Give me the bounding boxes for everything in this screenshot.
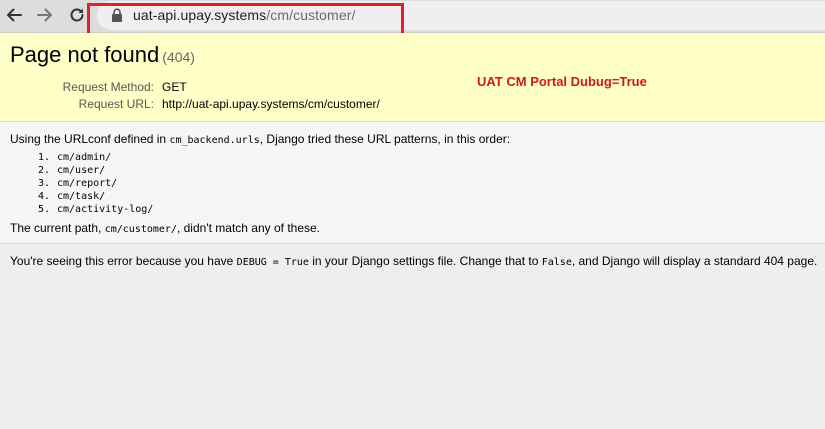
reload-button[interactable] [65, 3, 89, 27]
url-host: uat-api.upay.systems [133, 7, 267, 23]
page-title: Page not found (404) [10, 42, 195, 68]
url-pattern-item: 4. cm/task/ [38, 190, 153, 203]
request-url-value: http://uat-api.upay.systems/cm/customer/ [162, 97, 380, 111]
browser-toolbar: uat-api.upay.systems/cm/customer/ [0, 0, 825, 37]
explanation-middle: in your Django settings file. Change tha… [308, 254, 542, 268]
debug-annotation: UAT CM Portal Dubug=True [477, 74, 647, 89]
status-code: (404) [162, 49, 195, 65]
lock-icon[interactable] [111, 8, 123, 22]
pattern-number: 1. [38, 152, 51, 163]
debug-setting: DEBUG = True [236, 257, 309, 268]
url-pattern-item: 5. cm/activity-log/ [38, 203, 153, 216]
urlconf-intro: Using the URLconf defined in cm_backend.… [10, 132, 510, 148]
debug-explanation: You're seeing this error because you hav… [10, 254, 817, 270]
url-pattern: cm/report/ [57, 178, 118, 189]
url-text[interactable]: uat-api.upay.systems/cm/customer/ [133, 6, 355, 24]
url-path: /cm/customer/ [266, 7, 356, 23]
explanation-after: , and Django will display a standard 404… [571, 254, 818, 268]
intro-before: Using the URLconf defined in [10, 132, 170, 146]
intro-after: , Django tried these URL patterns, in th… [259, 132, 511, 146]
pattern-number: 2. [38, 165, 51, 176]
url-pattern: cm/activity-log/ [57, 204, 154, 215]
url-pattern: cm/task/ [57, 191, 106, 202]
arrow-left-icon [7, 8, 22, 22]
url-pattern-list: 1. cm/admin/ 2. cm/user/ 3. cm/report/ 4. cm… [38, 151, 153, 216]
pattern-number: 4. [38, 191, 51, 202]
url-pattern-item: 3. cm/report/ [38, 177, 153, 190]
request-method-label: Request Method: [62, 80, 154, 94]
current-before: The current path, [10, 221, 105, 235]
urlconf-module: cm_backend.urls [169, 135, 260, 146]
url-pattern: cm/user/ [57, 165, 106, 176]
current-path: cm/customer/ [104, 224, 177, 235]
pattern-number: 5. [38, 204, 51, 215]
url-pattern-item: 2. cm/user/ [38, 164, 153, 177]
url-pattern: cm/admin/ [57, 152, 112, 163]
back-button[interactable] [2, 3, 26, 27]
reload-icon [70, 8, 84, 22]
request-url-label: Request URL: [78, 97, 154, 111]
request-method-value: GET [162, 80, 187, 94]
current-path-message: The current path, cm/customer/, didn't m… [10, 221, 320, 237]
arrow-right-icon [37, 8, 52, 22]
explanation-before: You're seeing this error because you hav… [10, 254, 237, 268]
urlconf-info: Using the URLconf defined in cm_backend.… [0, 122, 825, 244]
forward-button[interactable] [33, 3, 57, 27]
error-summary: Page not found (404) Request Method: GET … [0, 33, 825, 122]
current-after: , didn't match any of these. [176, 221, 321, 235]
address-bar[interactable]: uat-api.upay.systems/cm/customer/ [97, 1, 825, 30]
url-pattern-item: 1. cm/admin/ [38, 151, 153, 164]
browser-window: uat-api.upay.systems/cm/customer/ Page n… [0, 0, 825, 429]
page-title-text: Page not found [10, 42, 160, 67]
pattern-number: 3. [38, 178, 51, 189]
false-value: False [541, 257, 572, 268]
